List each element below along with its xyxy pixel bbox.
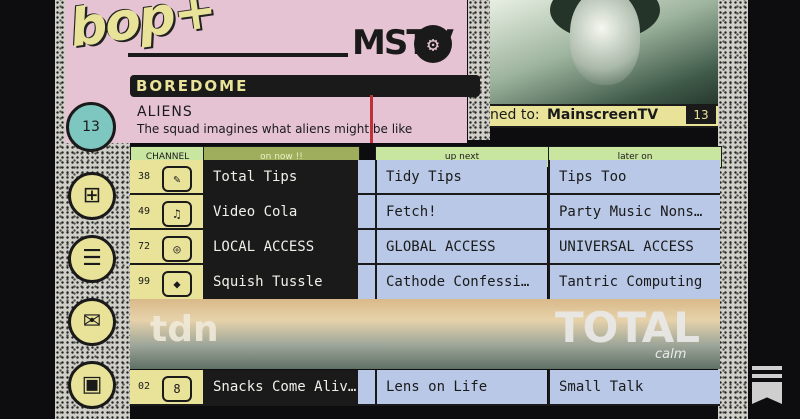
tuned-prefix: ned to:: [490, 107, 540, 123]
cheese-icon: ◆: [162, 271, 192, 297]
channel-number: 49: [138, 206, 151, 217]
channel-cell: 99 ◆: [130, 265, 205, 299]
row-gap: [358, 370, 375, 404]
guide-row[interactable]: 02 8 Snacks Come Aliv… Lens on Life Smal…: [130, 370, 720, 404]
tips-icon: ✎: [162, 166, 192, 192]
row-divider: [130, 404, 720, 406]
row-gap: [358, 160, 375, 194]
program-next[interactable]: GLOBAL ACCESS: [375, 230, 547, 264]
gear-icon: ⚙: [414, 25, 452, 63]
program-later[interactable]: Tips Too: [548, 160, 720, 194]
promo-left-logo: tdn: [150, 309, 219, 350]
promo-title: TOTAL: [555, 303, 700, 352]
program-now[interactable]: Total Tips: [203, 160, 358, 194]
show-title: ALIENS: [137, 104, 193, 120]
tuned-channel-number: 13: [686, 106, 716, 124]
dancers-icon: ♫: [162, 201, 192, 227]
program-later[interactable]: Tantric Computing: [548, 265, 720, 299]
snacks-icon: 8: [162, 376, 192, 402]
tuned-to-bar: ned to: MainscreenTV 13: [490, 104, 718, 128]
program-later[interactable]: Party Music Nons…: [548, 195, 720, 229]
promo-banner[interactable]: tdn TOTAL calm: [130, 299, 720, 369]
tv-icon[interactable]: ▣: [68, 361, 116, 409]
middle-frame-texture: [468, 0, 490, 140]
program-later[interactable]: Small Talk: [548, 370, 720, 404]
channel-number: 38: [138, 171, 151, 182]
bookmark-line-1: [752, 366, 782, 370]
program-now[interactable]: Squish Tussle: [203, 265, 358, 299]
bookmark-ribbon: [752, 382, 782, 404]
program-now[interactable]: Snacks Come Aliv…: [203, 370, 358, 404]
program-next[interactable]: Lens on Life: [375, 370, 547, 404]
guide-icon[interactable]: ⊞: [68, 172, 116, 220]
program-now[interactable]: Video Cola: [203, 195, 358, 229]
channel-number: 72: [138, 241, 151, 252]
bookmark-line-2: [752, 374, 782, 378]
guide-row[interactable]: 99 ◆ Squish Tussle Cathode Confessi… Tan…: [130, 265, 720, 299]
program-next[interactable]: Tidy Tips: [375, 160, 547, 194]
program-later[interactable]: UNIVERSAL ACCESS: [548, 230, 720, 264]
row-gap: [358, 230, 375, 264]
channel-cell: 38 ✎: [130, 160, 205, 194]
guide-row[interactable]: 72 ◎ LOCAL ACCESS GLOBAL ACCESS UNIVERSA…: [130, 230, 720, 264]
guide-row[interactable]: 49 ♫ Video Cola Fetch! Party Music Nons…: [130, 195, 720, 229]
program-now[interactable]: LOCAL ACCESS: [203, 230, 358, 264]
ad-icon: ◎: [162, 236, 192, 262]
channel-cell: 49 ♫: [130, 195, 205, 229]
current-channel-number[interactable]: 13: [66, 102, 116, 152]
right-frame-texture: [718, 0, 748, 419]
video-figure-face: [570, 0, 640, 85]
channel-cell: 02 8: [130, 370, 205, 404]
header-divider: [128, 53, 348, 57]
channel-cell: 72 ◎: [130, 230, 205, 264]
guide-row[interactable]: 38 ✎ Total Tips Tidy Tips Tips Too: [130, 160, 720, 194]
red-marker: [370, 95, 373, 143]
channel-name-bar: BOREDOME: [130, 75, 480, 97]
row-gap: [358, 195, 375, 229]
channel-name: BOREDOME: [136, 77, 249, 95]
channel-number: 99: [138, 276, 151, 287]
row-gap: [358, 265, 375, 299]
program-next[interactable]: Cathode Confessi…: [375, 265, 547, 299]
mail-icon[interactable]: ✉: [68, 298, 116, 346]
video-preview[interactable]: [490, 0, 718, 120]
bookmark-icon[interactable]: [752, 366, 782, 404]
program-next[interactable]: Fetch!: [375, 195, 547, 229]
tuned-network: MainscreenTV: [547, 107, 659, 123]
promo-subtitle: calm: [655, 347, 687, 362]
channel-number: 02: [138, 381, 151, 392]
list-icon[interactable]: ☰: [68, 235, 116, 283]
